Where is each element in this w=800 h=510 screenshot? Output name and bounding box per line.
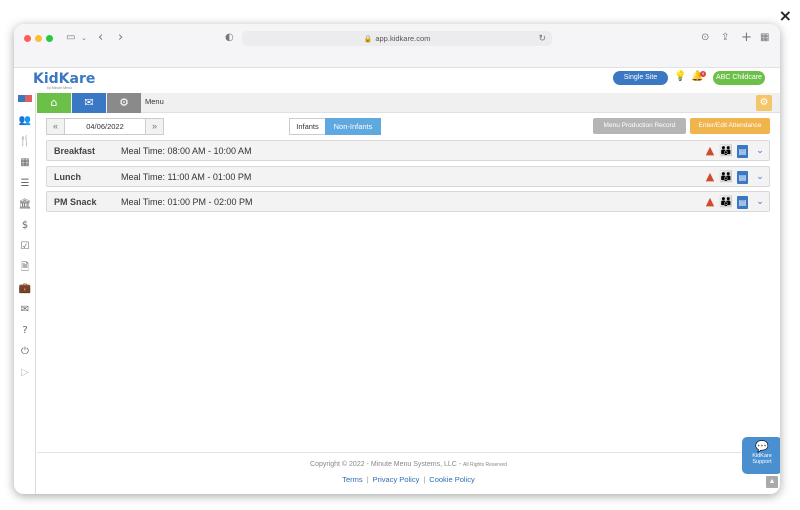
address-bar[interactable]: 🔒 app.kidkare.com ↻	[242, 31, 552, 46]
link-separator: |	[366, 475, 369, 484]
browser-window: ▭ ⌄ ‹ › ◐ 🔒 app.kidkare.com ↻ ⊙ ⇪ + ▦ Kid…	[14, 24, 780, 494]
menu-production-record-button[interactable]: Menu Production Record	[593, 118, 686, 134]
logo-text: KidKare	[33, 71, 96, 87]
close-window-button[interactable]	[24, 35, 31, 42]
chevron-down-icon[interactable]: ⌄	[753, 144, 767, 158]
meal-time: Meal Time: 01:00 PM - 02:00 PM	[121, 197, 253, 207]
page-settings-button[interactable]: ⚙	[756, 95, 772, 111]
copyright-rights: All Rights Reserved	[463, 462, 507, 468]
warning-icon[interactable]: ▲	[703, 170, 717, 184]
date-value[interactable]: 04/06/2022	[65, 119, 145, 134]
lightbulb-icon[interactable]: 💡	[674, 71, 686, 82]
chevron-down-icon[interactable]: ⌄	[81, 34, 87, 42]
copyright-main: Copyright © 2022 - Minute Menu Systems, …	[310, 461, 462, 468]
single-site-button[interactable]: Single Site	[613, 71, 668, 85]
download-icon[interactable]: ⊙	[701, 32, 709, 43]
document-icon[interactable]: ▤	[737, 145, 748, 158]
meal-time: Meal Time: 11:00 AM - 01:00 PM	[121, 172, 252, 182]
breadcrumb: Menu	[145, 97, 164, 106]
power-icon[interactable]: ⏻	[18, 345, 32, 359]
dollar-icon[interactable]: $	[18, 219, 32, 233]
page-footer: Copyright © 2022 - Minute Menu Systems, …	[37, 452, 780, 494]
logo-subtitle: by Minute Menu	[47, 86, 72, 90]
warning-icon[interactable]: ▲	[703, 144, 717, 158]
notification-badge: 9	[700, 71, 706, 77]
list-icon[interactable]: ☰	[18, 177, 32, 191]
home-button[interactable]: ⌂	[37, 93, 71, 113]
org-selector-button[interactable]: ABC Childcare	[713, 71, 765, 85]
chevron-down-icon[interactable]: ⌄	[753, 195, 767, 209]
settings-button[interactable]: ⚙	[107, 93, 141, 113]
copyright-text: Copyright © 2022 - Minute Menu Systems, …	[37, 461, 780, 468]
kidkare-support-button[interactable]: 💬 KidKare Support	[742, 437, 780, 474]
share-icon[interactable]: ⇪	[721, 32, 729, 43]
forward-icon[interactable]: ›	[118, 30, 123, 45]
maximize-window-button[interactable]	[46, 35, 53, 42]
meal-row-pm-snack[interactable]: PM Snack Meal Time: 01:00 PM - 02:00 PM …	[46, 191, 770, 212]
document-icon[interactable]: 🗎	[18, 261, 32, 275]
utensils-icon[interactable]: 🍴	[18, 135, 32, 149]
users-icon[interactable]: 👥	[18, 114, 32, 128]
play-icon[interactable]: ▷	[18, 366, 32, 380]
checklist-icon[interactable]: ☑	[18, 240, 32, 254]
cookie-policy-link[interactable]: Cookie Policy	[429, 475, 474, 484]
footer-links: Terms | Privacy Policy | Cookie Policy	[37, 475, 780, 484]
privacy-policy-link[interactable]: Privacy Policy	[373, 475, 420, 484]
document-icon[interactable]: ▤	[737, 171, 748, 184]
tab-overview-icon[interactable]: ▦	[760, 32, 769, 43]
meal-name: PM Snack	[54, 197, 97, 207]
meal-name: Breakfast	[54, 146, 96, 156]
group-icon[interactable]: 👪	[719, 170, 733, 184]
shield-icon[interactable]: ◐	[225, 32, 234, 43]
grid-icon-part	[18, 95, 25, 102]
envelope-icon[interactable]: ✉	[18, 303, 32, 317]
next-date-button[interactable]: »	[145, 119, 163, 134]
browser-titlebar: ▭ ⌄ ‹ › ◐ 🔒 app.kidkare.com ↻ ⊙ ⇪ + ▦	[14, 24, 780, 68]
grid-icon-part	[25, 95, 32, 102]
help-icon[interactable]: ?	[18, 324, 32, 338]
non-infants-tab[interactable]: Non-Infants	[325, 118, 381, 135]
url-text: app.kidkare.com	[375, 34, 431, 43]
document-icon[interactable]: ▤	[737, 196, 748, 209]
reload-icon[interactable]: ↻	[538, 31, 546, 46]
new-tab-icon[interactable]: +	[741, 30, 752, 45]
meal-row-lunch[interactable]: Lunch Meal Time: 11:00 AM - 01:00 PM ▲ 👪…	[46, 166, 770, 187]
chat-icon: 💬	[755, 440, 769, 453]
mail-button[interactable]: ✉	[72, 93, 106, 113]
close-overlay-icon[interactable]: ×	[779, 6, 792, 25]
left-sidebar: 👥 🍴 ▦ ☰ 🏛 $ ☑ 🗎 💼 ✉ ? ⏻ ▷	[14, 93, 36, 494]
enter-edit-attendance-button[interactable]: Enter/Edit Attendance	[690, 118, 770, 134]
minimize-window-button[interactable]	[35, 35, 42, 42]
warning-icon[interactable]: ▲	[703, 195, 717, 209]
meal-name: Lunch	[54, 172, 81, 182]
kidkare-logo[interactable]: KidKare by Minute Menu	[33, 70, 96, 90]
lock-icon: 🔒	[363, 36, 373, 43]
support-label: KidKare Support	[752, 453, 772, 465]
module-nav-bar: ⌂ ✉ ⚙ Menu ⚙	[37, 93, 780, 113]
app-header: KidKare by Minute Menu Single Site 💡 🔔 9…	[14, 68, 780, 93]
briefcase-icon[interactable]: 💼	[18, 282, 32, 296]
grid-icon[interactable]	[18, 93, 32, 107]
scroll-to-top-button[interactable]: ▲	[766, 476, 778, 488]
chevron-down-icon[interactable]: ⌄	[753, 170, 767, 184]
terms-link[interactable]: Terms	[342, 475, 362, 484]
calendar-icon[interactable]: ▦	[18, 156, 32, 170]
infants-tab[interactable]: Infants	[289, 118, 326, 135]
back-icon[interactable]: ‹	[98, 30, 103, 45]
group-icon[interactable]: 👪	[719, 144, 733, 158]
meal-time: Meal Time: 08:00 AM - 10:00 AM	[121, 146, 252, 156]
meal-row-breakfast[interactable]: Breakfast Meal Time: 08:00 AM - 10:00 AM…	[46, 140, 770, 161]
date-picker[interactable]: « 04/06/2022 »	[46, 118, 164, 135]
sidebar-toggle-icon[interactable]: ▭	[66, 32, 75, 43]
prev-date-button[interactable]: «	[47, 119, 65, 134]
group-icon[interactable]: 👪	[719, 195, 733, 209]
link-separator: |	[423, 475, 426, 484]
bank-icon[interactable]: 🏛	[18, 198, 32, 212]
